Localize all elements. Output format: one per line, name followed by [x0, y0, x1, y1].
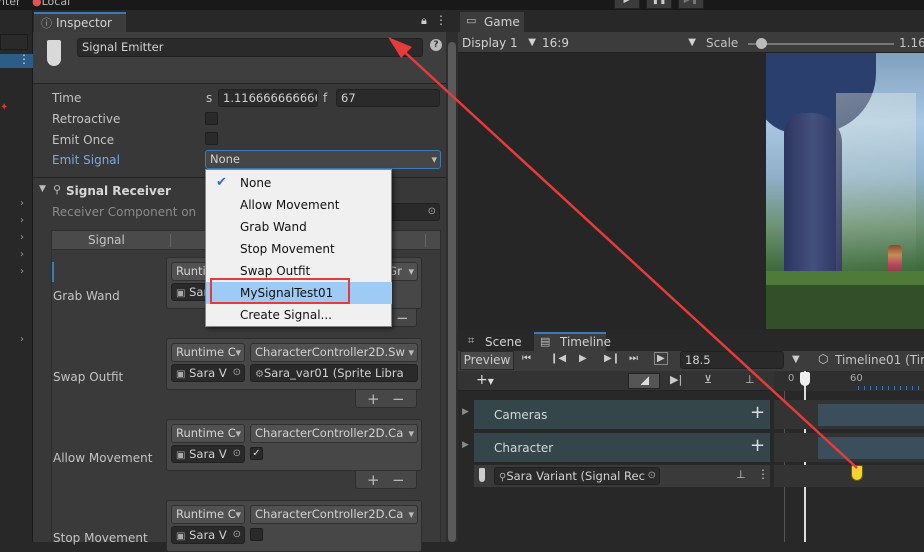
annotation-arrow	[388, 37, 858, 469]
